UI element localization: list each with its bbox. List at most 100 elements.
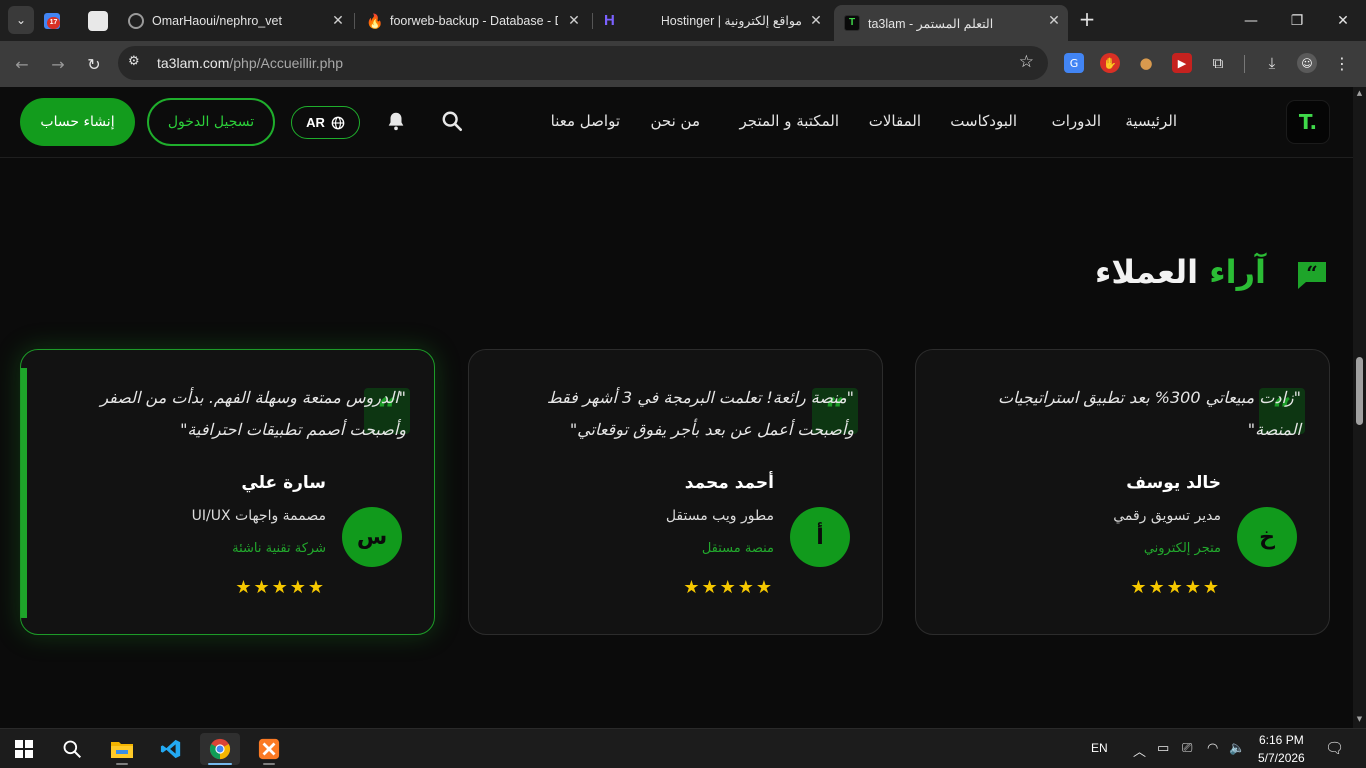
cookie-icon[interactable]: ● — [1136, 53, 1156, 73]
browser-tab-strip: ⌄ 17 OmarHaoui/nephro_vet ✕ 🔥 foorweb-ba… — [0, 0, 1366, 41]
new-tab-button[interactable]: + — [1076, 9, 1098, 31]
nav-courses[interactable]: الدورات — [1052, 112, 1101, 130]
nav-home[interactable]: الرئيسية — [1125, 112, 1177, 130]
section-title-highlight: آراء — [1209, 253, 1266, 291]
address-bar[interactable]: ⚙ ta3lam.com/php/Accueillir.php ☆ — [118, 46, 1048, 80]
card-accent-bar — [21, 368, 27, 618]
running-indicator — [263, 763, 275, 765]
running-indicator — [116, 763, 128, 765]
nav-podcast[interactable]: البودكاست — [950, 112, 1017, 130]
clock-date[interactable]: 5/7/2026 — [1258, 751, 1305, 765]
file-explorer-icon[interactable] — [102, 733, 142, 765]
login-button[interactable]: تسجيل الدخول — [147, 98, 275, 146]
xampp-icon[interactable] — [249, 733, 289, 765]
clock-time[interactable]: 6:16 PM — [1259, 733, 1304, 747]
site-header: T. الرئيسية الدورات البودكاست المقالات ا… — [0, 87, 1353, 158]
volume-icon[interactable]: 🔈 — [1229, 741, 1245, 756]
nav-contact[interactable]: تواصل معنا — [551, 112, 620, 130]
url-text[interactable]: ta3lam.com/php/Accueillir.php — [157, 55, 343, 71]
person-name: أحمد محمد — [684, 473, 774, 493]
person-name: سارة علي — [241, 473, 326, 493]
wifi-icon[interactable]: ◠ — [1207, 741, 1218, 756]
person-role: مصممة واجهات UI/UX — [191, 508, 326, 524]
star-rating: ★★★★★ — [683, 577, 774, 598]
search-icon[interactable] — [439, 108, 465, 134]
site-info-icon[interactable]: ⚙ — [128, 54, 146, 72]
bookmark-star-icon[interactable]: ☆ — [1019, 52, 1034, 72]
language-switch-button[interactable]: AR — [291, 106, 360, 139]
person-company: متجر إلكتروني — [1143, 541, 1221, 556]
close-tab-icon[interactable]: ✕ — [566, 12, 582, 29]
chrome-icon[interactable] — [200, 733, 240, 765]
close-tab-icon[interactable]: ✕ — [330, 12, 346, 29]
person-company: منصة مستقل — [701, 541, 774, 556]
scroll-down-arrow[interactable]: ▼ — [1355, 715, 1364, 723]
firebase-icon: 🔥 — [366, 12, 384, 29]
restore-button[interactable]: ❐ — [1274, 0, 1320, 41]
tab-title: foorweb-backup - Database - D — [390, 13, 558, 28]
start-windows-icon[interactable] — [4, 733, 44, 765]
notification-badge: 17 — [47, 16, 60, 29]
google-translate-icon[interactable]: G — [1064, 53, 1084, 73]
tab-ta3lam-active[interactable]: T ta3lam - التعلم المستمر ✕ — [834, 5, 1068, 41]
page-icon — [88, 10, 108, 31]
testimonials-section: “ آراء العملاء “ "زادت مبيعاتي 300% بعد … — [0, 158, 1353, 728]
tab-pinned-calendar[interactable]: 17 — [44, 0, 82, 41]
reload-button[interactable]: ↻ — [80, 50, 108, 78]
testimonial-quote: "الدروس ممتعة وسهلة الفهم. بدأت من الصفر… — [100, 388, 406, 439]
menu-kebab-icon[interactable]: ⋮ — [1332, 53, 1352, 73]
download-icon[interactable]: ⤓ — [1262, 53, 1282, 73]
adblock-icon[interactable]: ✋ — [1100, 53, 1120, 73]
avatar: خ — [1237, 507, 1297, 567]
section-title-main: العملاء — [1094, 253, 1199, 291]
toolbar-divider — [1244, 55, 1245, 73]
tab-divider — [354, 13, 355, 29]
vscode-icon[interactable] — [151, 733, 191, 765]
star-rating: ★★★★★ — [1130, 577, 1221, 598]
person-role: مدير تسويق رقمي — [1113, 508, 1221, 524]
input-language-indicator[interactable]: EN — [1091, 741, 1108, 755]
site-logo[interactable]: T. — [1286, 100, 1330, 144]
scroll-up-arrow[interactable]: ▲ — [1355, 89, 1364, 97]
battery-icon[interactable]: ▭ — [1157, 741, 1169, 756]
chevron-up-icon[interactable]: ︿ — [1133, 741, 1146, 760]
device-icon[interactable]: ⎚ — [1182, 741, 1192, 756]
close-tab-icon[interactable]: ✕ — [1046, 12, 1062, 29]
testimonial-quote: "زادت مبيعاتي 300% بعد تطبيق استراتيجيات… — [998, 388, 1301, 439]
forward-button[interactable]: → — [44, 50, 72, 78]
back-button[interactable]: ← — [8, 50, 36, 78]
testimonial-card: “ "منصة رائعة! تعلمت البرمجة في 3 أشهر ف… — [468, 349, 883, 635]
testimonial-quote: "منصة رائعة! تعلمت البرمجة في 3 أشهر فقط… — [546, 388, 854, 439]
close-window-button[interactable]: ✕ — [1320, 0, 1366, 41]
page-scrollbar[interactable]: ▲ ▼ — [1353, 87, 1366, 728]
extensions-puzzle-icon[interactable]: ⧉ — [1208, 53, 1228, 73]
calendar-icon: 17 — [44, 12, 60, 29]
video-extension-icon[interactable]: ▶ — [1172, 53, 1192, 73]
profile-avatar-icon[interactable]: ☺ — [1297, 53, 1317, 73]
language-label: AR — [306, 115, 325, 130]
signup-button[interactable]: إنشاء حساب — [20, 98, 135, 146]
person-name: خالد يوسف — [1126, 473, 1221, 493]
windows-taskbar: EN ︿ ▭ ⎚ ◠ 🔈 6:16 PM 5/7/2026 🗨 — [0, 728, 1366, 768]
tab-search-button[interactable]: ⌄ — [8, 6, 34, 34]
tab-github[interactable]: OmarHaoui/nephro_vet ✕ — [128, 0, 352, 41]
svg-text:“: “ — [1306, 261, 1318, 285]
url-path: /php/Accueillir.php — [229, 55, 343, 71]
minimize-button[interactable]: — — [1228, 0, 1274, 41]
tab-pinned-blank[interactable] — [88, 0, 116, 41]
tab-title: OmarHaoui/nephro_vet — [152, 13, 282, 28]
tab-hostinger[interactable]: H مواقع إلكترونية | Hostinger ✕ — [604, 0, 830, 41]
nav-about[interactable]: من نحن — [651, 112, 701, 130]
nav-articles[interactable]: المقالات — [869, 112, 921, 130]
running-indicator — [208, 763, 232, 765]
close-tab-icon[interactable]: ✕ — [808, 12, 824, 29]
person-company: شركة تقنية ناشئة — [232, 541, 326, 556]
search-icon[interactable] — [52, 733, 92, 765]
bell-icon[interactable] — [383, 108, 409, 134]
nav-library-store[interactable]: المكتبة و المتجر — [740, 112, 839, 130]
notifications-icon[interactable]: 🗨 — [1325, 739, 1344, 757]
tab-title: مواقع إلكترونية | Hostinger — [662, 14, 802, 28]
avatar: أ — [790, 507, 850, 567]
scrollbar-thumb[interactable] — [1356, 357, 1363, 425]
tab-foorweb[interactable]: 🔥 foorweb-backup - Database - D ✕ — [366, 0, 588, 41]
